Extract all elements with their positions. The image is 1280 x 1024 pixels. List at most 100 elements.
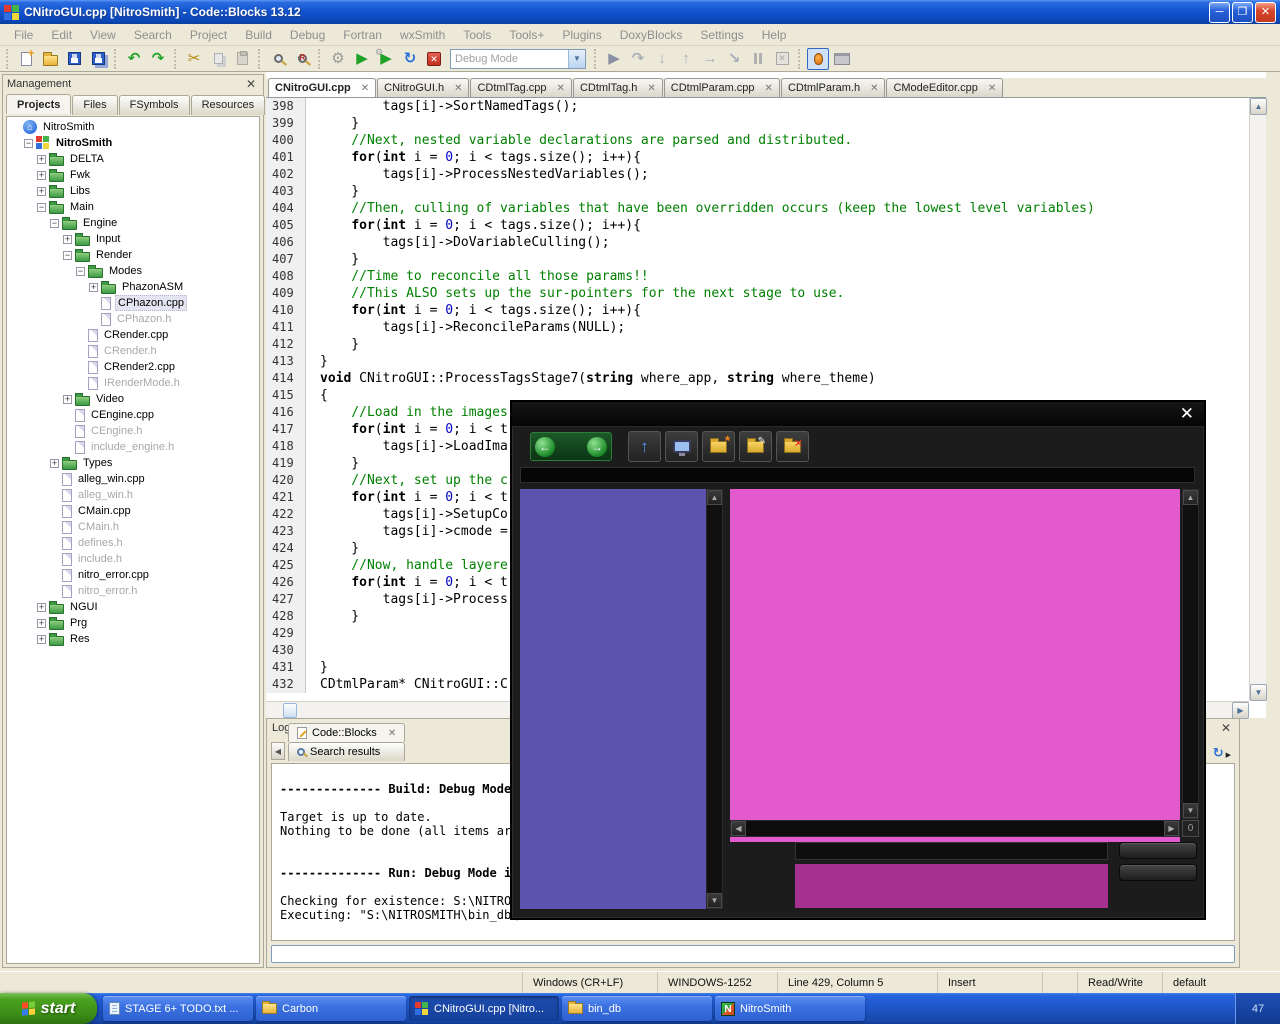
- task-button-bin-db[interactable]: bin_db: [562, 996, 712, 1021]
- editor-tab-cdtmlparam.h[interactable]: CDtmlParam.h✕: [781, 78, 886, 97]
- tree-row[interactable]: CRender.cpp: [7, 327, 259, 343]
- rename-folder-button[interactable]: ✎: [739, 431, 772, 462]
- back-button[interactable]: ←: [535, 437, 555, 457]
- combo-dropdown-icon[interactable]: ▼: [568, 50, 585, 68]
- step-into-button[interactable]: ↓: [650, 47, 674, 71]
- management-close-icon[interactable]: ✕: [243, 77, 259, 91]
- canvas-hscrollbar[interactable]: ◀ ▶: [730, 820, 1180, 837]
- tree-row[interactable]: CMain.h: [7, 519, 259, 535]
- forward-button[interactable]: →: [587, 437, 607, 457]
- tab-scroll-left-icon[interactable]: ◀: [271, 742, 285, 760]
- log-tab-code-blocks[interactable]: Code::Blocks✕: [288, 723, 405, 742]
- tree-row[interactable]: CRender.h: [7, 343, 259, 359]
- menu-edit[interactable]: Edit: [43, 26, 80, 44]
- new-file-button[interactable]: [14, 47, 38, 71]
- tab-close-icon[interactable]: ✕: [988, 83, 996, 94]
- menu-tools[interactable]: Tools: [455, 26, 499, 44]
- build-target-combo[interactable]: Debug Mode ▼: [450, 49, 586, 69]
- stop-debugger-button[interactable]: ✕: [770, 47, 794, 71]
- editor-tab-cmodeeditor.cpp[interactable]: CModeEditor.cpp✕: [886, 78, 1003, 97]
- code-line[interactable]: 404 //Then, culling of variables that ha…: [266, 200, 1249, 217]
- collapse-icon[interactable]: −: [63, 251, 72, 260]
- build-and-run-button[interactable]: ▶⚙: [374, 47, 398, 71]
- undo-button[interactable]: ↶: [122, 47, 146, 71]
- tree-row[interactable]: −NitroSmith: [7, 135, 259, 151]
- title-bar[interactable]: CNitroGUI.cpp [NitroSmith] - Code::Block…: [0, 0, 1280, 24]
- tree-row[interactable]: +Types: [7, 455, 259, 471]
- scroll-up-icon[interactable]: ▲: [1183, 490, 1198, 505]
- code-line[interactable]: 407 }: [266, 251, 1249, 268]
- expand-icon[interactable]: +: [37, 603, 46, 612]
- menu-file[interactable]: File: [6, 26, 41, 44]
- expand-icon[interactable]: +: [63, 235, 72, 244]
- menu-search[interactable]: Search: [126, 26, 180, 44]
- scroll-right-icon[interactable]: ▶: [1232, 702, 1249, 719]
- scroll-right-icon[interactable]: ▶: [1164, 821, 1179, 836]
- tree-row[interactable]: +Input: [7, 231, 259, 247]
- code-line[interactable]: 412 }: [266, 336, 1249, 353]
- code-line[interactable]: 409 //This ALSO sets up the sur-pointers…: [266, 285, 1249, 302]
- task-button-nitrosmith[interactable]: NitroSmith: [715, 996, 865, 1021]
- code-line[interactable]: 405 for(int i = 0; i < tags.size(); i++)…: [266, 217, 1249, 234]
- expand-icon[interactable]: +: [37, 635, 46, 644]
- tree-row[interactable]: CPhazon.h: [7, 311, 259, 327]
- tab-close-icon[interactable]: ✕: [388, 728, 396, 739]
- menu-doxyblocks[interactable]: DoxyBlocks: [612, 26, 691, 44]
- expand-icon[interactable]: +: [50, 459, 59, 468]
- collapse-icon[interactable]: −: [76, 267, 85, 276]
- log-tab-search-results[interactable]: Search results: [288, 742, 405, 761]
- menu-view[interactable]: View: [82, 26, 124, 44]
- restore-button[interactable]: ❐: [1232, 2, 1253, 23]
- tree-row[interactable]: +Video: [7, 391, 259, 407]
- tab-files[interactable]: Files: [72, 95, 117, 115]
- find-button[interactable]: [266, 47, 290, 71]
- app-text-field[interactable]: [795, 842, 1108, 860]
- scroll-down-icon[interactable]: ▼: [1250, 684, 1267, 701]
- log-command-input[interactable]: [271, 945, 1235, 963]
- code-line[interactable]: 399 }: [266, 115, 1249, 132]
- up-directory-button[interactable]: ↑: [628, 431, 661, 462]
- build-button[interactable]: ⚙: [326, 47, 350, 71]
- rebuild-button[interactable]: ↻: [398, 47, 422, 71]
- tab-resources[interactable]: Resources: [191, 95, 266, 115]
- scroll-down-icon[interactable]: ▼: [1183, 803, 1198, 818]
- menu-tools+[interactable]: Tools+: [501, 26, 552, 44]
- paste-button[interactable]: [230, 47, 254, 71]
- step-into-instruction-button[interactable]: ↘: [722, 47, 746, 71]
- tree-row[interactable]: +Res: [7, 631, 259, 647]
- code-line[interactable]: 400 //Next, nested variable declarations…: [266, 132, 1249, 149]
- editor-tab-cnitrogui.cpp[interactable]: CNitroGUI.cpp✕: [268, 78, 376, 97]
- start-button[interactable]: start: [0, 993, 97, 1024]
- editor-vscrollbar[interactable]: ▲ ▼: [1249, 98, 1266, 701]
- code-line[interactable]: 413}: [266, 353, 1249, 370]
- debug-continue-button[interactable]: ▶: [602, 47, 626, 71]
- expand-icon[interactable]: +: [37, 171, 46, 180]
- save-button[interactable]: [62, 47, 86, 71]
- app-color-swatch[interactable]: [795, 864, 1108, 908]
- tree-row[interactable]: include_engine.h: [7, 439, 259, 455]
- collapse-icon[interactable]: −: [24, 139, 33, 148]
- app-button-2[interactable]: [1119, 864, 1197, 881]
- browse-computer-button[interactable]: [665, 431, 698, 462]
- tab-close-icon[interactable]: ✕: [454, 83, 462, 94]
- tree-row[interactable]: IRenderMode.h: [7, 375, 259, 391]
- log-settings-icon[interactable]: ↻: [1213, 745, 1231, 761]
- editor-tab-cdtmltag.cpp[interactable]: CDtmlTag.cpp✕: [470, 78, 571, 97]
- minimize-button[interactable]: ─: [1209, 2, 1230, 23]
- tree-row[interactable]: −Render: [7, 247, 259, 263]
- open-file-button[interactable]: [38, 47, 62, 71]
- scroll-up-icon[interactable]: ▲: [1250, 98, 1267, 115]
- delete-folder-button[interactable]: ✕: [776, 431, 809, 462]
- menu-plugins[interactable]: Plugins: [554, 26, 609, 44]
- task-button-cnitrogui-cpp-nitro-[interactable]: CNitroGUI.cpp [Nitro...: [409, 996, 559, 1021]
- menu-build[interactable]: Build: [237, 26, 280, 44]
- code-line[interactable]: 402 tags[i]->ProcessNestedVariables();: [266, 166, 1249, 183]
- tab-projects[interactable]: Projects: [6, 94, 71, 114]
- menu-help[interactable]: Help: [754, 26, 795, 44]
- tree-row[interactable]: CMain.cpp: [7, 503, 259, 519]
- code-line[interactable]: 401 for(int i = 0; i < tags.size(); i++)…: [266, 149, 1249, 166]
- step-next-button[interactable]: ↷: [626, 47, 650, 71]
- app-title-bar[interactable]: ✕: [512, 402, 1204, 427]
- code-line[interactable]: 408 //Time to reconcile all those params…: [266, 268, 1249, 285]
- hscroll-thumb[interactable]: [283, 703, 297, 718]
